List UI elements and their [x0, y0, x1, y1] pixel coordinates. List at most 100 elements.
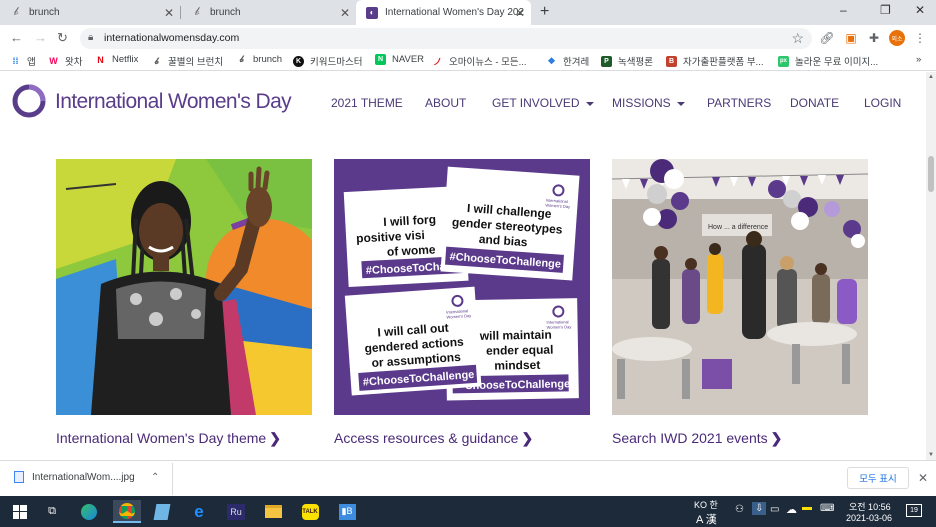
brunch-icon: 𝒷 — [239, 54, 244, 64]
bookmark-watcha[interactable]: W 왓차 — [48, 54, 82, 68]
card-image-theme[interactable] — [56, 159, 312, 415]
task-view-icon[interactable]: ⧉ — [40, 500, 64, 523]
watcha-icon: W — [49, 56, 58, 66]
app-b-icon[interactable]: ▮B — [335, 500, 359, 523]
chevron-right-icon: ❯ — [770, 430, 783, 446]
clock-date[interactable]: 2021-03-06 — [846, 513, 892, 523]
back-arrow-icon[interactable]: ← — [10, 30, 23, 45]
nav-login[interactable]: LOGIN — [864, 96, 901, 110]
keyword-master-icon: K — [293, 55, 304, 67]
card-link-events[interactable]: Search IWD 2021 events ❯ — [612, 430, 782, 447]
bookmark-label: NAVER — [392, 54, 425, 65]
close-icon[interactable]: ✕ — [340, 6, 350, 20]
bookmark-netflix[interactable]: N Netflix — [95, 54, 138, 65]
tab-title: brunch — [210, 7, 241, 18]
rufus-icon[interactable]: Ru — [224, 500, 248, 523]
close-icon[interactable]: ✕ — [918, 471, 928, 485]
internet-explorer-icon[interactable]: e — [187, 500, 211, 523]
card-link-theme[interactable]: International Women's Day theme ❯ — [56, 430, 281, 447]
file-explorer-icon[interactable] — [261, 500, 285, 523]
people-icon[interactable]: ⚇ — [735, 504, 744, 515]
download-item[interactable]: InternationalWom....jpg — [14, 471, 135, 483]
bookmark-hani[interactable]: ❖ 한겨레 — [546, 54, 589, 69]
address-bar[interactable]: 🔒︎ internationalwomensday.com ☆ — [80, 28, 812, 49]
bookmark-brunch[interactable]: 𝒷 brunch — [236, 54, 283, 65]
close-icon[interactable]: ✕ — [164, 6, 174, 20]
kakao-tray-icon[interactable]: ▬ — [802, 502, 812, 513]
naver-icon: N — [375, 54, 386, 65]
ime-indicator[interactable]: KO 한 — [694, 498, 718, 511]
device-icon[interactable]: ▭ — [770, 504, 779, 515]
keyboard-icon[interactable]: ⌨ — [820, 503, 834, 514]
scroll-up-icon[interactable]: ▲ — [928, 74, 934, 80]
windows-start-icon[interactable] — [8, 500, 32, 523]
bookmark-keyword-master[interactable]: K 키워드마스터 — [293, 54, 362, 68]
bookmark-ohmynews[interactable]: ノ 오마이뉴스 - 모든... — [432, 54, 527, 69]
maximize-button[interactable]: ❐ — [880, 3, 891, 17]
bookmark-bookk[interactable]: B 자가출판플랫폼 부... — [666, 54, 763, 68]
card-link-resources[interactable]: Access resources & guidance ❯ — [334, 430, 533, 447]
apps-grid-icon: ⁞⁞ — [12, 56, 19, 66]
bookmark-naver[interactable]: N NAVER — [375, 54, 424, 65]
edge-icon[interactable] — [77, 500, 101, 523]
notes-app-icon[interactable] — [150, 500, 174, 523]
cloud-icon[interactable]: ☁ — [786, 503, 797, 516]
bookmark-label: 놀라운 무료 이미지... — [795, 57, 879, 68]
nav-donate[interactable]: DONATE — [790, 96, 839, 110]
event-hall-balloons-photo: How ... a difference — [612, 159, 868, 415]
nav-partners[interactable]: PARTNERS — [707, 96, 771, 110]
link-extension-icon[interactable]: 🔗︎ — [819, 30, 835, 46]
show-all-button[interactable]: 모두 표시 — [847, 467, 909, 489]
card-link-label: International Women's Day theme — [56, 430, 267, 446]
close-window-button[interactable]: ✕ — [915, 3, 925, 17]
extension-icon[interactable]: ▣ — [843, 30, 859, 46]
url-text[interactable]: internationalwomensday.com — [104, 32, 239, 44]
profile-avatar[interactable]: 외소 — [889, 30, 905, 46]
close-icon[interactable]: ✕ — [515, 6, 525, 20]
download-tray-icon[interactable]: ⇩ — [752, 502, 767, 515]
nav-label: LOGIN — [864, 96, 902, 110]
bookmark-label: 오마이뉴스 - 모든... — [449, 57, 527, 68]
iwd-logo-icon[interactable] — [12, 84, 46, 118]
kakaotalk-icon[interactable]: TALK — [298, 500, 322, 523]
nav-get-involved[interactable]: GET INVOLVED — [492, 96, 594, 110]
reload-icon[interactable]: ↻ — [57, 30, 68, 46]
nav-label: MISSIONS — [612, 96, 671, 110]
bookmark-brunch-honey[interactable]: 𝒷 꿀별의 브런치 — [151, 54, 224, 69]
bookmark-greenreview[interactable]: P 녹색평론 — [601, 54, 653, 68]
ime-mode[interactable]: A 漢 — [696, 511, 717, 527]
menu-kebab-icon[interactable]: ⋮ — [912, 30, 928, 46]
nav-2021-theme[interactable]: 2021 THEME — [331, 96, 403, 110]
bookmark-label: Netflix — [112, 54, 139, 65]
scrollbar-thumb[interactable] — [928, 156, 934, 192]
toolbar: ← → ↻ 🔒︎ internationalwomensday.com ☆ — [0, 25, 936, 51]
scroll-down-icon[interactable]: ▼ — [928, 452, 934, 458]
brunch-icon: 𝒷 — [154, 55, 159, 66]
site-logo-text[interactable]: International Women's Day — [55, 90, 292, 114]
nav-label: DONATE — [790, 96, 840, 110]
clock-time[interactable]: 오전 10:56 — [849, 500, 891, 513]
notification-icon[interactable]: 19 — [906, 504, 922, 517]
iwd-icon: ◐ — [366, 6, 378, 19]
chevron-up-icon[interactable]: ⌃ — [151, 472, 159, 483]
nav-about[interactable]: ABOUT — [425, 96, 466, 110]
brunch-icon: 𝒷 — [13, 6, 19, 18]
woman-raising-hand-photo — [56, 159, 312, 415]
chrome-icon[interactable] — [113, 500, 141, 523]
puzzle-icon[interactable]: ✚ — [866, 30, 882, 46]
nav-missions[interactable]: MISSIONS — [612, 96, 685, 110]
new-tab-button[interactable]: + — [540, 3, 549, 21]
card-image-resources[interactable]: I will forg positive visi of wome #Choos… — [334, 159, 590, 415]
tab-iwd[interactable]: ◐ International Women's Day 202 ✕ — [356, 0, 531, 25]
bookmarks-overflow[interactable]: » — [916, 54, 921, 65]
tab-brunch-2[interactable]: 𝒷 brunch ✕ — [181, 0, 356, 25]
tab-brunch-1[interactable]: 𝒷 brunch ✕ — [0, 0, 180, 25]
card-image-events[interactable]: How ... a difference — [612, 159, 868, 415]
page-scrollbar[interactable]: ▲ ▼ — [926, 72, 936, 460]
forward-arrow-icon[interactable]: → — [34, 30, 47, 45]
bookmark-label: brunch — [253, 54, 283, 65]
bookmark-star-icon[interactable]: ☆ — [791, 30, 804, 47]
bookmark-pixabay[interactable]: px 놀라운 무료 이미지... — [778, 54, 878, 68]
bookmark-apps[interactable]: ⁞⁞ 앱 — [10, 54, 36, 68]
minimize-button[interactable]: – — [840, 3, 847, 17]
